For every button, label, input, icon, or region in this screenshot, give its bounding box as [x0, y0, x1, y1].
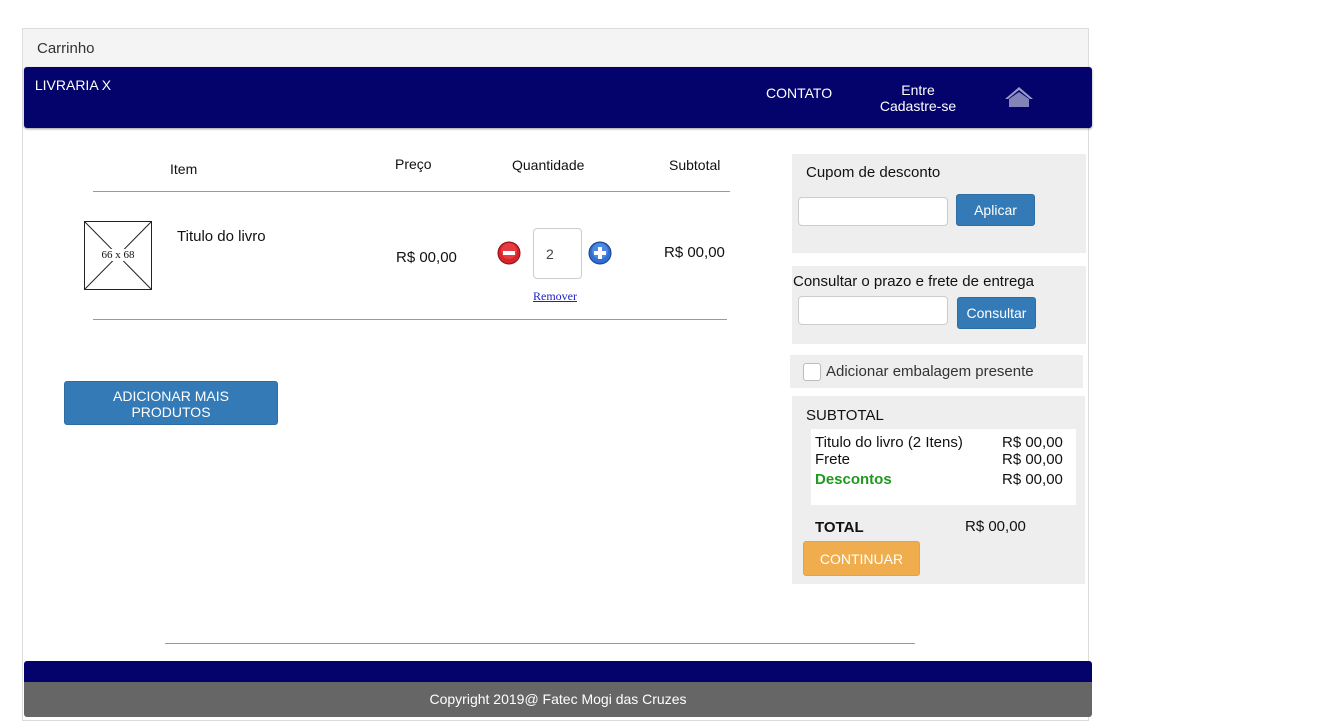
continue-button[interactable]: CONTINUAR	[803, 541, 920, 576]
gift-wrap-label: Adicionar embalagem presente	[826, 363, 1034, 380]
summary-heading: SUBTOTAL	[806, 407, 884, 424]
header-preco: Preço	[395, 156, 432, 172]
item-price: R$ 00,00	[396, 249, 457, 266]
home-icon[interactable]	[1004, 85, 1034, 109]
total-value: R$ 00,00	[965, 518, 1026, 535]
add-more-products-button[interactable]: ADICIONAR MAIS PRODUTOS	[64, 381, 278, 425]
quantity-input[interactable]	[533, 228, 582, 279]
decrease-quantity-icon[interactable]	[497, 241, 521, 265]
navbar: LIVRARIA X CONTATO Entre Cadastre-se	[24, 67, 1092, 128]
thumbnail-placeholder-label: 66 x 68	[98, 249, 138, 261]
increase-quantity-icon[interactable]	[588, 241, 612, 265]
summary-line-value: R$ 00,00	[1002, 434, 1063, 451]
consult-shipping-button[interactable]: Consultar	[957, 297, 1036, 329]
book-thumbnail: 66 x 68	[84, 221, 152, 290]
add-more-label-line2: PRODUTOS	[131, 404, 211, 420]
nav-cadastre-label: Cadastre-se	[879, 98, 957, 114]
header-quantidade: Quantidade	[512, 157, 585, 173]
summary-line-label: Titulo do livro (2 Itens)	[815, 434, 963, 451]
footer-bar	[24, 661, 1092, 683]
remove-item-link[interactable]: Remover	[533, 289, 577, 304]
shipping-label: Consultar o prazo e frete de entrega	[793, 273, 1034, 290]
coupon-input[interactable]	[798, 197, 948, 226]
summary-frete-label: Frete	[815, 451, 851, 468]
total-label: TOTAL	[815, 519, 864, 536]
nav-entre-label: Entre	[901, 82, 935, 98]
summary-frete-value: R$ 00,00	[1002, 451, 1063, 468]
summary-descontos-label: Descontos	[815, 471, 892, 488]
header-subtotal: Subtotal	[669, 157, 721, 173]
nav-login-register-link[interactable]: Entre Cadastre-se	[872, 82, 964, 114]
row-divider	[93, 319, 727, 320]
item-subtotal: R$ 00,00	[664, 244, 725, 261]
summary-descontos-value: R$ 00,00	[1002, 471, 1063, 488]
footer-copyright: Copyright 2019@ Fatec Mogi das Cruzes	[24, 682, 1092, 717]
window-title: Carrinho	[22, 28, 1089, 68]
footer-divider	[165, 643, 915, 644]
header-divider	[93, 191, 730, 192]
add-more-label-line1: ADICIONAR MAIS	[113, 388, 229, 404]
coupon-label: Cupom de desconto	[806, 164, 941, 181]
zip-code-input[interactable]	[798, 296, 948, 325]
item-title[interactable]: Titulo do livro	[177, 228, 266, 245]
apply-coupon-button[interactable]: Aplicar	[956, 194, 1035, 226]
nav-contato-link[interactable]: CONTATO	[766, 85, 832, 101]
brand-logo[interactable]: LIVRARIA X	[34, 77, 112, 93]
header-item: Item	[170, 161, 198, 177]
gift-wrap-checkbox[interactable]	[803, 363, 821, 381]
